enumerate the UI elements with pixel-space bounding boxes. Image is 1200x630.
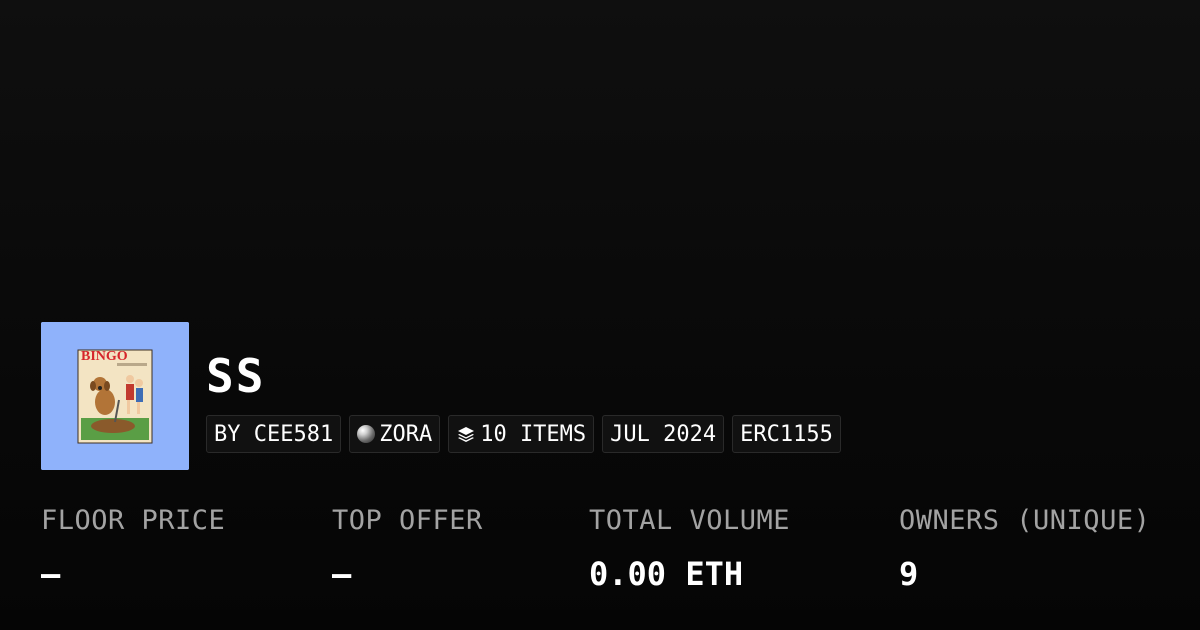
chain-tag[interactable]: ZORA: [349, 415, 441, 453]
stat-value: 0.00 ETH: [589, 555, 744, 593]
collection-stats: FLOOR PRICE – TOP OFFER – TOTAL VOLUME 0…: [0, 500, 1200, 610]
stat-label: TOP OFFER: [332, 505, 483, 536]
stat-label: TOTAL VOLUME: [589, 505, 791, 536]
collection-image: BINGO: [41, 322, 189, 470]
stat-label: OWNERS (UNIQUE): [899, 505, 1151, 536]
stat-value: –: [41, 555, 61, 593]
date-tag-label: JUL 2024: [610, 421, 717, 447]
stat-top-offer: TOP OFFER –: [332, 500, 483, 604]
stat-value: –: [332, 555, 352, 593]
items-tag-label: 10 ITEMS: [480, 421, 587, 447]
stat-label: FLOOR PRICE: [41, 505, 226, 536]
poster-title-text: BINGO: [81, 349, 128, 364]
standard-tag: ERC1155: [732, 415, 841, 453]
stat-owners: OWNERS (UNIQUE) 9: [899, 500, 1150, 604]
creator-tag[interactable]: BY CEE581: [206, 415, 342, 453]
layers-icon: [456, 424, 476, 444]
chain-tag-label: ZORA: [379, 421, 433, 447]
creator-tag-label: BY CEE581: [214, 421, 334, 447]
collection-tags: BY CEE581 ZORA 10 ITEMS JUL 2024 ERC1155: [206, 415, 841, 453]
date-tag: JUL 2024: [602, 415, 725, 453]
items-tag[interactable]: 10 ITEMS: [448, 415, 595, 453]
stat-total-volume: TOTAL VOLUME 0.00 ETH: [589, 500, 790, 604]
zora-orb-icon: [357, 425, 376, 443]
standard-tag-label: ERC1155: [740, 421, 833, 447]
collection-title: SS: [206, 349, 266, 403]
stat-floor-price: FLOOR PRICE –: [41, 500, 225, 604]
stat-value: 9: [899, 555, 919, 593]
